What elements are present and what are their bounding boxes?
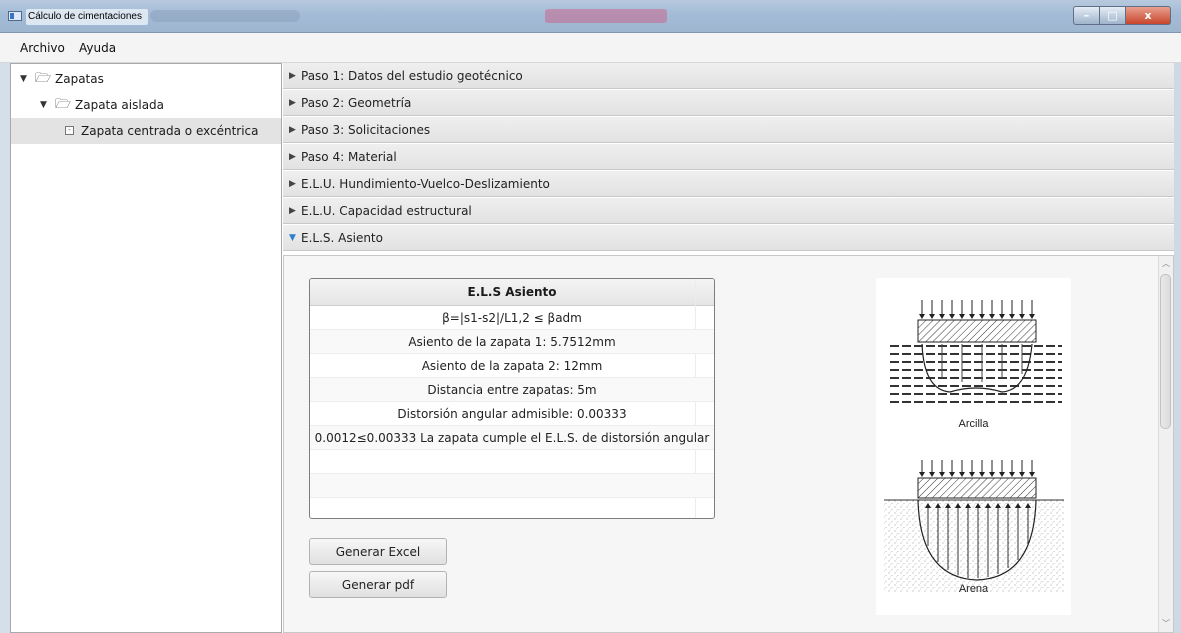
table-row[interactable] bbox=[310, 474, 714, 498]
table-header[interactable]: E.L.S Asiento bbox=[310, 279, 714, 306]
table-row[interactable]: Distorsión angular admisible: 0.00333 bbox=[310, 402, 714, 426]
window-controls: – □ x bbox=[1073, 6, 1171, 26]
collapsed-arrow-icon: ▶ bbox=[289, 98, 296, 108]
arena-label: Arena bbox=[958, 583, 989, 595]
menu-bar: Archivo Ayuda bbox=[0, 33, 1181, 63]
accordion-label: E.L.U. Capacidad estructural bbox=[301, 204, 472, 218]
table-row[interactable]: β=|s1-s2|/L1,2 ≤ βadm bbox=[310, 306, 714, 330]
accordion-paso-1[interactable]: ▶ Paso 1: Datos del estudio geotécnico bbox=[283, 63, 1174, 89]
tree-item-zapata-aislada[interactable]: ▼ 🗁 Zapata aislada bbox=[11, 92, 281, 118]
accordion-label: Paso 2: Geometría bbox=[301, 96, 412, 110]
els-asiento-content: E.L.S Asiento β=|s1-s2|/L1,2 ≤ βadm Asie… bbox=[283, 255, 1174, 633]
settlement-diagram-svg bbox=[884, 300, 1064, 592]
menu-archivo[interactable]: Archivo bbox=[20, 41, 65, 55]
tree-item-label: Zapata centrada o excéntrica bbox=[81, 124, 259, 138]
results-table[interactable]: E.L.S Asiento β=|s1-s2|/L1,2 ≤ βadm Asie… bbox=[309, 278, 715, 519]
window-frame-right bbox=[1174, 63, 1181, 633]
accordion-elu-capacidad[interactable]: ▶ E.L.U. Capacidad estructural bbox=[283, 198, 1174, 224]
window-title: Cálculo de cimentaciones bbox=[26, 9, 148, 25]
title-bar-decoration-accent bbox=[545, 9, 667, 23]
scrollbar-thumb[interactable] bbox=[1160, 274, 1171, 429]
table-row[interactable]: 0.0012≤0.00333 La zapata cumple el E.L.S… bbox=[310, 426, 714, 450]
collapsed-arrow-icon: ▶ bbox=[289, 179, 296, 189]
vertical-scrollbar[interactable]: ︿ ﹀ bbox=[1158, 256, 1173, 632]
arcilla-diagram bbox=[890, 300, 1062, 403]
leaf-node-icon: - bbox=[65, 126, 74, 135]
accordion-label: E.L.S. Asiento bbox=[301, 231, 383, 245]
tree-item-zapata-centrada[interactable]: - Zapata centrada o excéntrica bbox=[11, 118, 281, 144]
tree-item-zapatas[interactable]: ▼ 🗁 Zapatas bbox=[11, 66, 281, 92]
table-row[interactable]: Asiento de la zapata 1: 5.7512mm bbox=[310, 330, 714, 354]
accordion-label: Paso 4: Material bbox=[301, 150, 397, 164]
navigation-tree: ▼ 🗁 Zapatas ▼ 🗁 Zapata aislada - Zapata … bbox=[10, 63, 282, 633]
table-row[interactable]: Distancia entre zapatas: 5m bbox=[310, 378, 714, 402]
app-icon bbox=[8, 11, 22, 21]
close-button[interactable]: x bbox=[1126, 6, 1171, 25]
accordion-els-asiento[interactable]: ▼ E.L.S. Asiento bbox=[283, 225, 1174, 251]
table-row[interactable]: Asiento de la zapata 2: 12mm bbox=[310, 354, 714, 378]
accordion-label: Paso 3: Solicitaciones bbox=[301, 123, 431, 137]
folder-open-icon: 🗁 bbox=[55, 97, 72, 112]
accordion-label: E.L.U. Hundimiento-Vuelco-Deslizamiento bbox=[301, 177, 550, 191]
table-row[interactable] bbox=[310, 498, 714, 518]
collapsed-arrow-icon: ▶ bbox=[289, 71, 296, 81]
expanded-arrow-icon[interactable]: ▼ bbox=[40, 92, 47, 118]
arcilla-label: Arcilla bbox=[958, 418, 989, 430]
maximize-button[interactable]: □ bbox=[1100, 6, 1126, 25]
table-row[interactable] bbox=[310, 450, 714, 474]
main-panel: ▶ Paso 1: Datos del estudio geotécnico ▶… bbox=[283, 63, 1174, 633]
collapsed-arrow-icon: ▶ bbox=[289, 125, 296, 135]
accordion-paso-3[interactable]: ▶ Paso 3: Solicitaciones bbox=[283, 117, 1174, 143]
collapsed-arrow-icon: ▶ bbox=[289, 206, 296, 216]
arena-diagram bbox=[884, 460, 1064, 592]
tree-item-label: Zapatas bbox=[55, 72, 104, 86]
title-bar: Cálculo de cimentaciones – □ x bbox=[0, 0, 1181, 33]
accordion-paso-2[interactable]: ▶ Paso 2: Geometría bbox=[283, 90, 1174, 116]
settlement-diagram: Arcilla Arena bbox=[876, 278, 1071, 615]
scroll-up-icon[interactable]: ︿ bbox=[1159, 257, 1173, 271]
menu-ayuda[interactable]: Ayuda bbox=[79, 41, 116, 55]
scroll-down-icon[interactable]: ﹀ bbox=[1159, 617, 1173, 631]
folder-open-icon: 🗁 bbox=[35, 71, 52, 86]
minimize-button[interactable]: – bbox=[1073, 6, 1100, 25]
expanded-arrow-icon: ▼ bbox=[289, 233, 296, 243]
generar-pdf-button[interactable]: Generar pdf bbox=[309, 571, 447, 598]
expanded-arrow-icon[interactable]: ▼ bbox=[20, 66, 27, 92]
generar-excel-button[interactable]: Generar Excel bbox=[309, 538, 447, 565]
accordion-paso-4[interactable]: ▶ Paso 4: Material bbox=[283, 144, 1174, 170]
accordion-label: Paso 1: Datos del estudio geotécnico bbox=[301, 69, 523, 83]
collapsed-arrow-icon: ▶ bbox=[289, 152, 296, 162]
tree-item-label: Zapata aislada bbox=[75, 98, 165, 112]
title-bar-decoration bbox=[150, 10, 300, 22]
window-frame-left bbox=[0, 63, 10, 633]
accordion-elu-hundimiento[interactable]: ▶ E.L.U. Hundimiento-Vuelco-Deslizamient… bbox=[283, 171, 1174, 197]
